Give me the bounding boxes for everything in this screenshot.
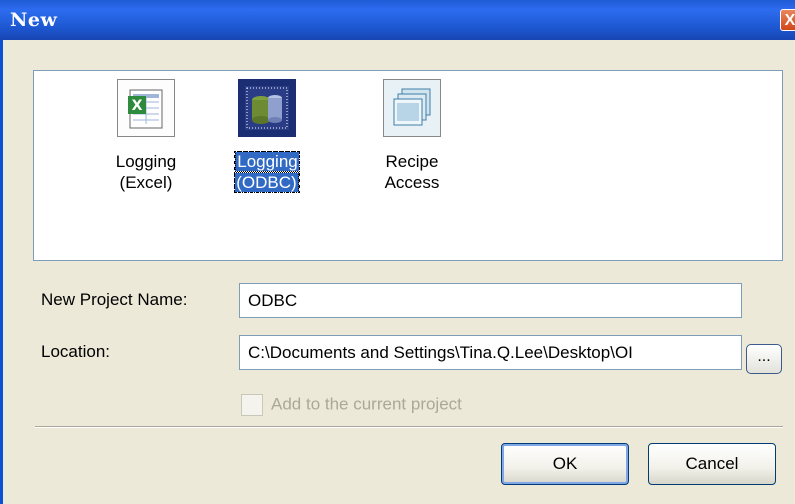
template-logging-odbc[interactable]: Logging (ODBC) (212, 79, 322, 193)
svg-text:X: X (132, 98, 143, 114)
template-label: Logging (Excel) (115, 152, 177, 192)
project-name-label: New Project Name: (41, 290, 188, 309)
database-icon (238, 79, 296, 137)
location-label: Location: (41, 342, 110, 361)
browse-button[interactable]: ... (746, 344, 782, 374)
template-label: Recipe Access (384, 152, 440, 192)
separator (35, 426, 783, 428)
ok-button[interactable]: OK (501, 443, 629, 485)
close-icon: X (784, 12, 795, 29)
close-button[interactable]: X (780, 9, 795, 31)
project-name-input[interactable]: ODBC (239, 283, 742, 318)
template-logging-excel[interactable]: X Logging (Excel) (91, 79, 201, 193)
cancel-button[interactable]: Cancel (648, 443, 776, 485)
template-label: Logging (ODBC) (234, 151, 300, 193)
window-title: New (10, 9, 58, 31)
add-to-project-label: Add to the current project (271, 394, 462, 414)
excel-sheet-icon: X (117, 79, 175, 137)
template-list[interactable]: X Logging (Excel) Logging (ODBC) Recipe … (33, 70, 783, 261)
title-bar[interactable]: New X (0, 0, 795, 40)
template-recipe-access[interactable]: Recipe Access (357, 79, 467, 193)
add-to-project-row: Add to the current project (241, 394, 462, 416)
stacked-windows-icon (383, 79, 441, 137)
add-to-project-checkbox[interactable] (241, 394, 263, 416)
location-input[interactable]: C:\Documents and Settings\Tina.Q.Lee\Des… (239, 335, 742, 370)
